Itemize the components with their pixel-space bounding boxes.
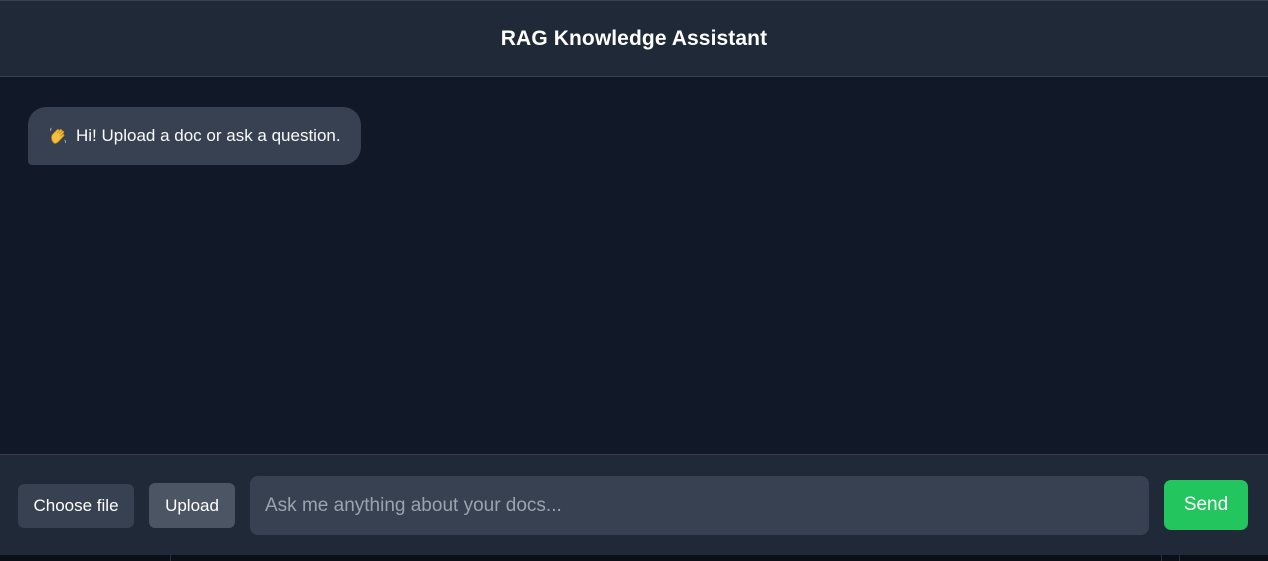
assistant-message-text: Hi! Upload a doc or ask a question. (76, 126, 341, 145)
upload-button[interactable]: Upload (149, 483, 235, 528)
app-header: RAG Knowledge Assistant (0, 0, 1268, 77)
chat-message-area[interactable]: Hi! Upload a doc or ask a question. (0, 77, 1268, 454)
choose-file-button[interactable]: Choose file (18, 484, 134, 528)
divider (170, 555, 171, 561)
divider (1179, 555, 1180, 561)
app-window: RAG Knowledge Assistant Hi! Upload a doc… (0, 0, 1268, 561)
waving-hand-icon (48, 126, 68, 146)
divider (1161, 555, 1162, 561)
bottom-edge (0, 555, 1268, 561)
send-button[interactable]: Send (1164, 480, 1248, 530)
composer-bar: Choose file Upload Send (0, 454, 1268, 555)
assistant-message-bubble: Hi! Upload a doc or ask a question. (28, 107, 361, 165)
page-title: RAG Knowledge Assistant (500, 26, 768, 50)
question-input[interactable] (250, 476, 1149, 535)
